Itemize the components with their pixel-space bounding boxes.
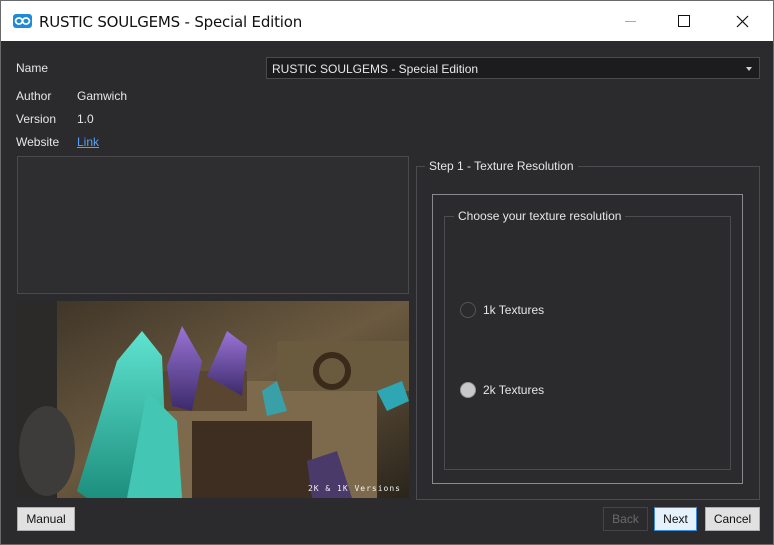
title-bar: RUSTIC SOULGEMS - Special Edition bbox=[1, 1, 773, 41]
minimize-icon bbox=[625, 21, 636, 22]
soulgems-preview-graphic bbox=[17, 301, 409, 498]
name-select-value: RUSTIC SOULGEMS - Special Edition bbox=[272, 62, 479, 76]
preview-caption: 2K & 1K Versions bbox=[307, 484, 401, 493]
step-title: Step 1 - Texture Resolution bbox=[425, 159, 578, 173]
choose-group-title: Choose your texture resolution bbox=[454, 209, 626, 223]
close-icon bbox=[736, 15, 749, 28]
version-value: 1.0 bbox=[77, 112, 94, 126]
website-label: Website bbox=[16, 135, 60, 149]
author-value: Gamwich bbox=[77, 89, 128, 103]
cancel-button[interactable]: Cancel bbox=[705, 507, 760, 531]
installer-window: RUSTIC SOULGEMS - Special Edition Name R… bbox=[0, 0, 774, 545]
next-button[interactable]: Next bbox=[654, 507, 697, 531]
description-box bbox=[17, 156, 409, 294]
close-button[interactable] bbox=[719, 1, 765, 41]
website-link[interactable]: Link bbox=[77, 135, 99, 149]
radio-1k-textures[interactable] bbox=[460, 302, 476, 318]
minimize-button[interactable] bbox=[607, 1, 653, 41]
choose-group-box bbox=[444, 216, 731, 470]
manual-button[interactable]: Manual bbox=[17, 507, 75, 531]
preview-image: 2K & 1K Versions bbox=[17, 301, 409, 498]
version-label: Version bbox=[16, 112, 57, 126]
infinity-app-icon bbox=[13, 14, 32, 28]
radio-label-1k[interactable]: 1k Textures bbox=[483, 303, 544, 317]
radio-2k-textures[interactable] bbox=[460, 382, 476, 398]
name-label: Name bbox=[16, 61, 49, 75]
window-title: RUSTIC SOULGEMS - Special Edition bbox=[39, 13, 303, 31]
maximize-button[interactable] bbox=[660, 1, 706, 41]
maximize-icon bbox=[678, 15, 690, 27]
chevron-down-icon bbox=[746, 67, 752, 71]
back-button[interactable]: Back bbox=[603, 507, 648, 531]
author-label: Author bbox=[16, 89, 52, 103]
radio-label-2k[interactable]: 2k Textures bbox=[483, 383, 544, 397]
name-select[interactable]: RUSTIC SOULGEMS - Special Edition bbox=[266, 57, 760, 79]
